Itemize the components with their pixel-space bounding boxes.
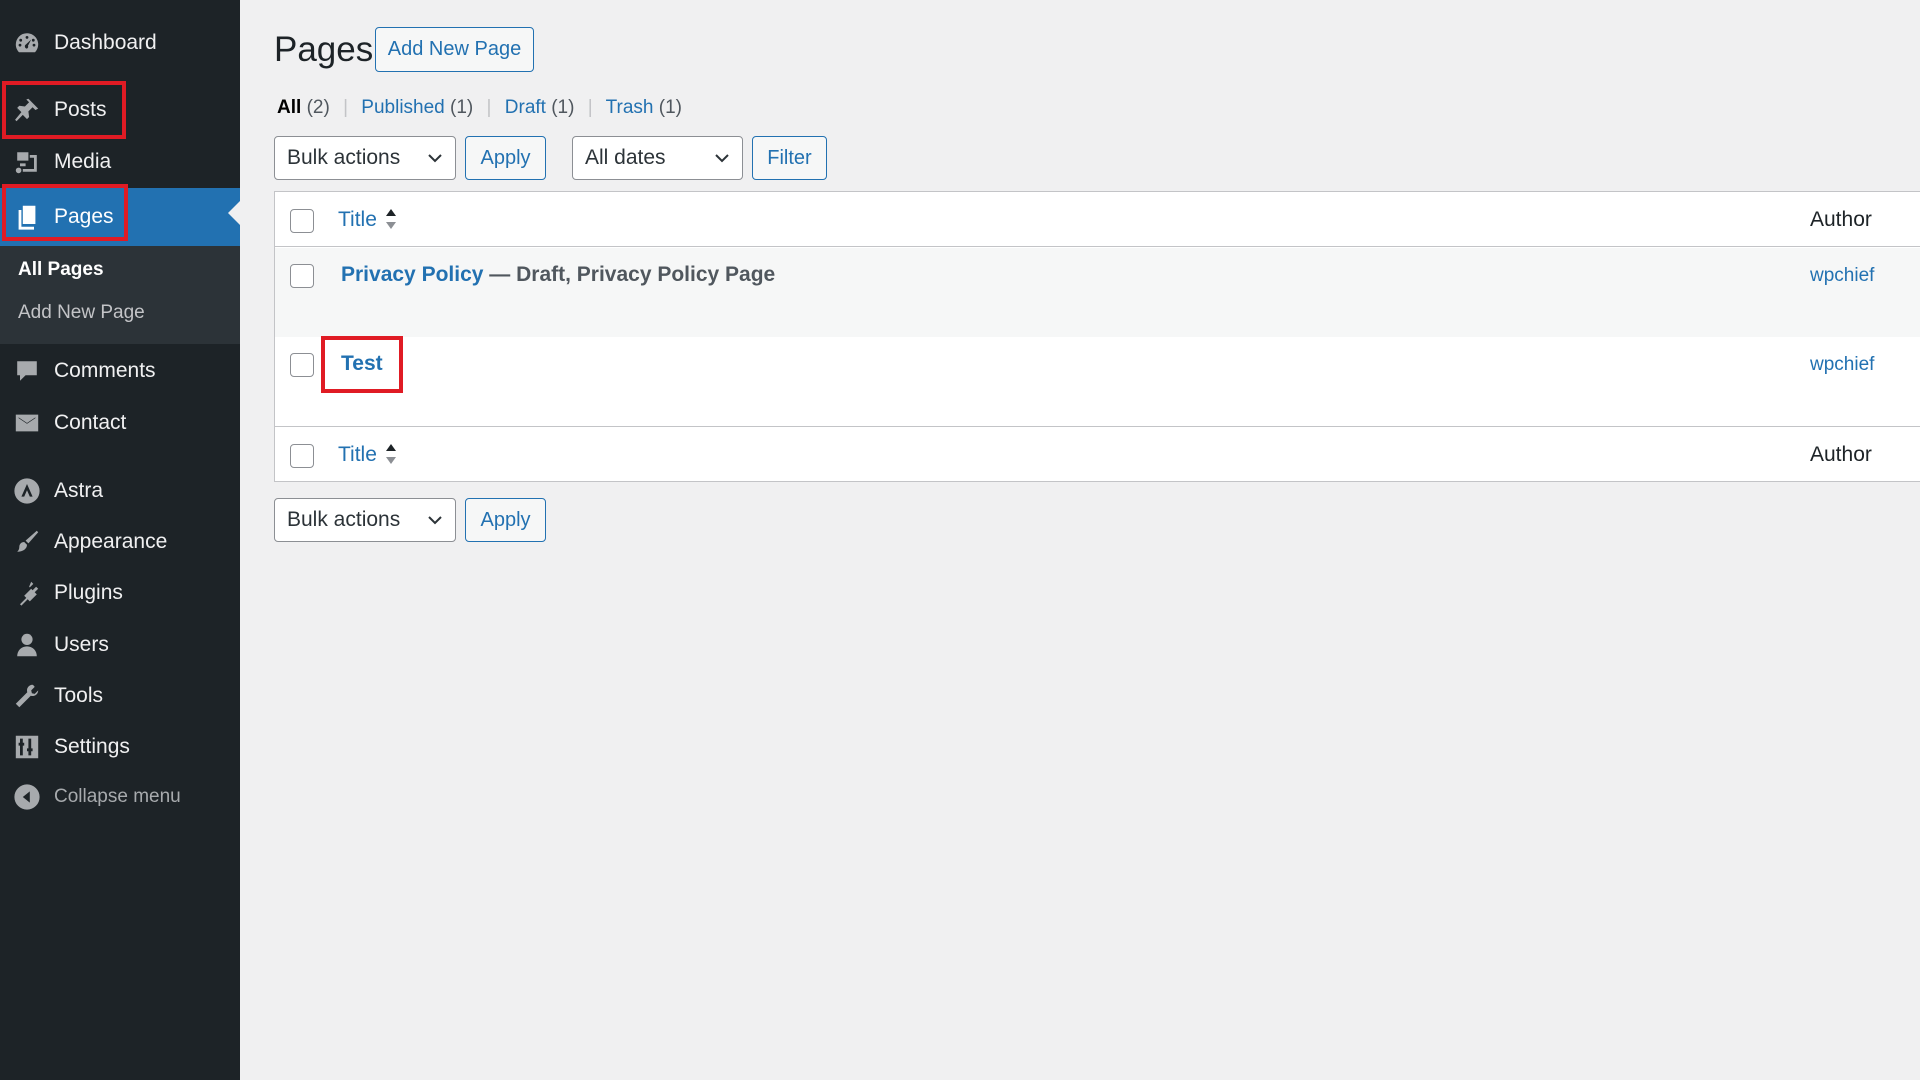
- pages-table: Title Author Privacy Policy — Draft, Pri…: [274, 191, 1920, 482]
- menu-label-comments: Comments: [54, 359, 156, 382]
- media-icon: [0, 148, 54, 176]
- collapse-menu-label: Collapse menu: [54, 786, 181, 807]
- view-trash-link[interactable]: Trash: [606, 97, 654, 118]
- menu-label-dashboard: Dashboard: [54, 31, 157, 54]
- menu-item-astra[interactable]: Astra: [0, 466, 240, 516]
- column-author-header: Author: [1810, 208, 1872, 231]
- menu-label-plugins: Plugins: [54, 581, 123, 604]
- page-title-link[interactable]: Test: [341, 352, 383, 375]
- column-title-footer[interactable]: Title: [338, 443, 377, 467]
- page-title: Pages: [274, 30, 374, 69]
- menu-item-dashboard[interactable]: Dashboard: [0, 18, 240, 68]
- view-all-link[interactable]: All: [277, 97, 301, 118]
- dashboard-icon: [0, 29, 54, 57]
- sort-arrows-icon[interactable]: [385, 442, 397, 466]
- chevron-down-icon: [428, 154, 442, 163]
- pages-icon: [0, 203, 54, 231]
- view-all-count: (2): [306, 97, 330, 118]
- sliders-icon: [0, 733, 54, 761]
- row-checkbox[interactable]: [290, 353, 314, 377]
- table-row: Privacy Policy — Draft, Privacy Policy P…: [275, 248, 1920, 337]
- menu-item-users[interactable]: Users: [0, 620, 240, 670]
- menu-label-posts: Posts: [54, 98, 107, 121]
- collapse-menu-button[interactable]: Collapse menu: [0, 772, 240, 822]
- column-author-footer: Author: [1810, 443, 1872, 466]
- menu-label-pages: Pages: [54, 205, 114, 228]
- post-state: — Draft, Privacy Policy Page: [483, 263, 776, 286]
- plug-icon: [0, 579, 54, 607]
- row-title-cell: Privacy Policy — Draft, Privacy Policy P…: [341, 263, 775, 287]
- astra-icon: [0, 477, 54, 505]
- menu-item-contact[interactable]: Contact: [0, 398, 240, 448]
- add-new-page-button[interactable]: Add New Page: [375, 27, 534, 72]
- menu-label-appearance: Appearance: [54, 530, 168, 553]
- bulk-actions-select-bottom[interactable]: Bulk actions: [274, 498, 456, 542]
- select-all-checkbox[interactable]: [290, 209, 314, 233]
- bulk-actions-select[interactable]: Bulk actions: [274, 136, 456, 180]
- table-header: Title Author: [275, 192, 1920, 247]
- pin-icon: [0, 96, 54, 124]
- submenu-all-pages[interactable]: All Pages: [18, 259, 104, 281]
- chevron-down-icon: [715, 154, 729, 163]
- submenu-add-new-page[interactable]: Add New Page: [18, 302, 145, 324]
- menu-label-settings: Settings: [54, 735, 130, 758]
- menu-label-astra: Astra: [54, 479, 104, 502]
- separator: |: [343, 97, 349, 118]
- brush-icon: [0, 528, 54, 556]
- collapse-arrow-icon: [0, 783, 54, 811]
- apply-button-bottom[interactable]: Apply: [465, 498, 546, 542]
- menu-item-comments[interactable]: Comments: [0, 346, 240, 396]
- admin-sidebar: Dashboard Posts Media Pages All Pages Ad…: [0, 0, 240, 1080]
- row-checkbox[interactable]: [290, 264, 314, 288]
- filter-button[interactable]: Filter: [752, 136, 827, 180]
- menu-label-contact: Contact: [54, 411, 127, 434]
- comment-icon: [0, 357, 54, 385]
- date-filter-select[interactable]: All dates: [572, 136, 743, 180]
- menu-item-pages[interactable]: Pages: [0, 188, 240, 246]
- apply-button[interactable]: Apply: [465, 136, 546, 180]
- date-filter-value: All dates: [585, 146, 666, 169]
- menu-item-settings[interactable]: Settings: [0, 722, 240, 772]
- menu-label-users: Users: [54, 633, 109, 656]
- view-draft-link[interactable]: Draft: [505, 97, 546, 118]
- view-draft-count: (1): [551, 97, 575, 118]
- page-title-link[interactable]: Privacy Policy: [341, 263, 483, 286]
- view-published-count: (1): [450, 97, 474, 118]
- row-title-cell: Test: [341, 352, 383, 376]
- separator: |: [587, 97, 593, 118]
- table-footer: Title Author: [275, 426, 1920, 482]
- view-trash-count: (1): [658, 97, 683, 118]
- chevron-down-icon: [428, 516, 442, 525]
- user-icon: [0, 631, 54, 659]
- bulk-actions-value: Bulk actions: [287, 508, 401, 531]
- menu-item-appearance[interactable]: Appearance: [0, 517, 240, 567]
- author-link[interactable]: wpchief: [1810, 265, 1874, 287]
- pages-submenu: All Pages Add New Page: [0, 246, 240, 344]
- view-published-link[interactable]: Published: [361, 97, 444, 118]
- sort-arrows-icon[interactable]: [385, 207, 397, 231]
- select-all-checkbox[interactable]: [290, 444, 314, 468]
- author-link[interactable]: wpchief: [1810, 354, 1874, 376]
- menu-item-media[interactable]: Media: [0, 137, 240, 187]
- bulk-actions-value: Bulk actions: [287, 146, 401, 169]
- menu-label-tools: Tools: [54, 684, 104, 707]
- envelope-icon: [0, 409, 54, 437]
- column-title-header[interactable]: Title: [338, 208, 377, 232]
- view-filters: All (2) | Published (1) | Draft (1) | Tr…: [277, 97, 682, 119]
- menu-label-media: Media: [54, 150, 112, 173]
- separator: |: [486, 97, 492, 118]
- table-row: Test wpchief: [275, 337, 1920, 426]
- wrench-icon: [0, 682, 54, 710]
- menu-item-posts[interactable]: Posts: [0, 85, 240, 135]
- menu-item-plugins[interactable]: Plugins: [0, 568, 240, 618]
- main-content: Pages Add New Page All (2) | Published (…: [240, 0, 1920, 1080]
- menu-item-tools[interactable]: Tools: [0, 671, 240, 721]
